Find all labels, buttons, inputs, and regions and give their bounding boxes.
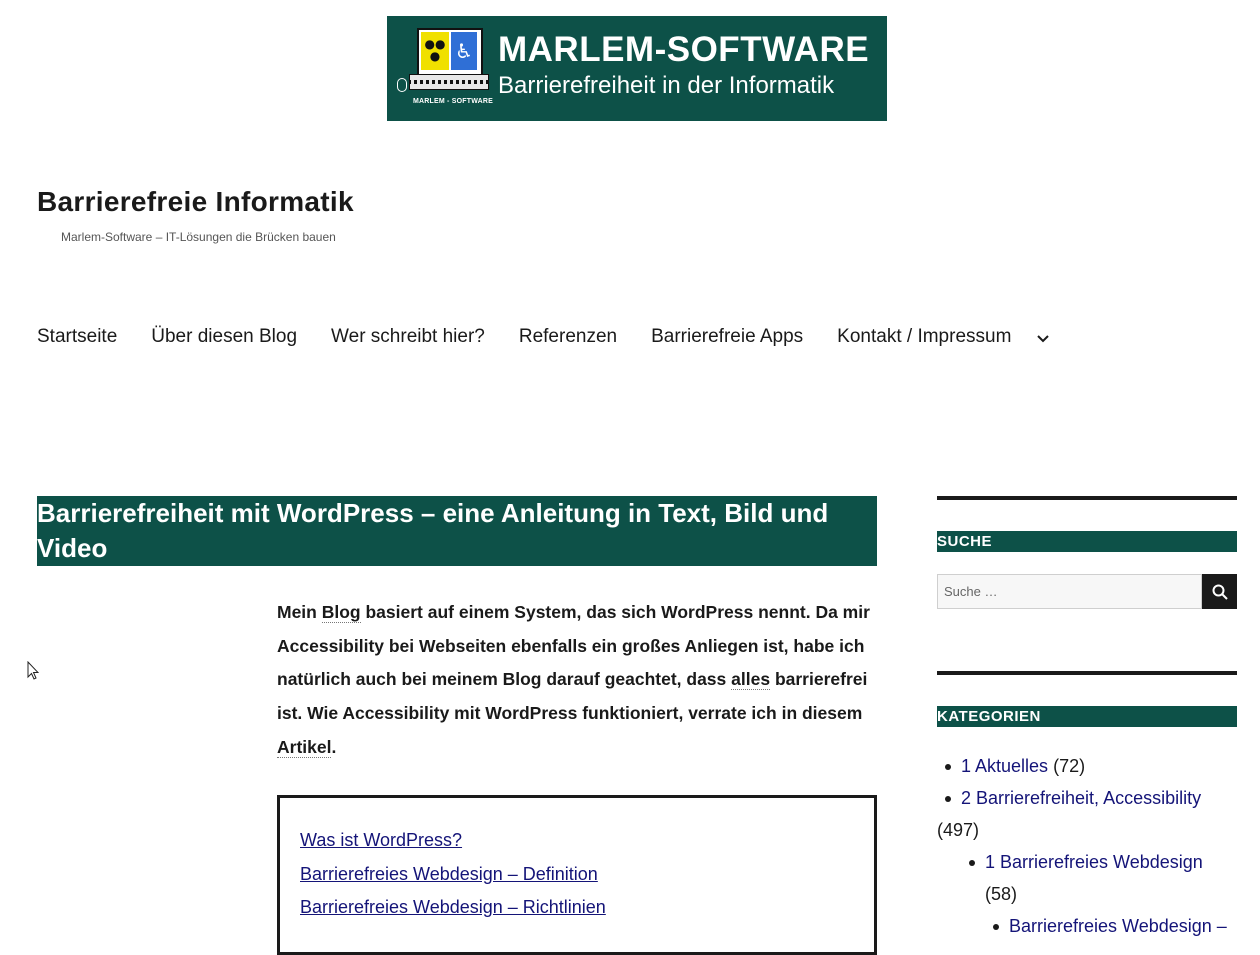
toc-link-was-ist-wordpress[interactable]: Was ist WordPress? — [300, 824, 874, 858]
toc-link-definition[interactable]: Barrierefreies Webdesign – Definition — [300, 858, 874, 892]
list-item: 1 Aktuelles (72) — [937, 750, 1237, 782]
header-banner-logo[interactable]: ●● ● ♿ MARLEM - SOFTWARE MARLEM-SOFTWARE … — [387, 16, 887, 121]
bullet — [969, 860, 975, 866]
bullet — [945, 796, 951, 802]
table-of-contents: Was ist WordPress? Barrierefreies Webdes… — [277, 795, 877, 955]
search-widget-heading: SUCHE — [937, 531, 1237, 552]
categories-list: 1 Aktuelles (72) 2 Barrierefreiheit, Acc… — [937, 750, 1237, 942]
site-title[interactable]: Barrierefreie Informatik — [37, 186, 354, 218]
mouse-icon — [397, 78, 407, 92]
toc-link-richtlinien[interactable]: Barrierefreies Webdesign – Richtlinien — [300, 891, 874, 925]
nav-item-wer-schreibt-hier[interactable]: Wer schreibt hier? — [331, 326, 485, 348]
nav-item-kontakt-impressum[interactable]: Kontakt / Impressum — [837, 326, 1011, 348]
main-navigation: Startseite Über diesen Blog Wer schreibt… — [37, 322, 1050, 352]
list-item: 2 Barrierefreiheit, Accessibility (497) — [937, 782, 1237, 846]
post-title[interactable]: Barrierefreiheit mit WordPress – eine An… — [37, 496, 877, 566]
intro-text: Mein — [277, 602, 322, 622]
keyboard-icon — [409, 74, 489, 90]
nav-item-startseite[interactable]: Startseite — [37, 326, 117, 348]
mouse-pointer-icon — [27, 661, 39, 680]
search-button[interactable] — [1202, 574, 1237, 609]
category-count: (497) — [937, 820, 980, 840]
accessibility-logo-icon: ●● ● ♿ — [417, 28, 483, 76]
widget-divider — [937, 671, 1237, 675]
widget-divider — [937, 496, 1237, 500]
chevron-down-icon[interactable] — [1037, 328, 1050, 347]
category-link[interactable]: Barrierefreies Webdesign – — [1009, 916, 1227, 936]
banner-brand: MARLEM-SOFTWARE — [498, 30, 870, 69]
site-tagline: Marlem-Software – IT-Lösungen die Brücke… — [61, 230, 336, 244]
bullet — [945, 764, 951, 770]
category-link[interactable]: 1 Aktuelles — [961, 756, 1048, 776]
nav-item-referenzen[interactable]: Referenzen — [519, 326, 617, 348]
nav-item-ueber-diesen-blog[interactable]: Über diesen Blog — [151, 326, 297, 348]
categories-widget-heading: KATEGORIEN — [937, 706, 1237, 727]
abbr-blog: Blog — [321, 602, 361, 623]
post-intro: Mein Blog basiert auf einem System, das … — [277, 596, 877, 765]
banner-slogan: Barrierefreiheit in der Informatik — [498, 72, 835, 99]
category-count: (72) — [1053, 756, 1086, 776]
list-item: Barrierefreies Webdesign – — [937, 910, 1237, 942]
category-link[interactable]: 2 Barrierefreiheit, Accessibility — [961, 788, 1201, 808]
search-input[interactable] — [937, 574, 1202, 609]
list-item: 1 Barrierefreies Webdesign (58) — [937, 846, 1237, 910]
category-count: (58) — [985, 884, 1018, 904]
search-icon — [1212, 584, 1228, 600]
banner-small-label: MARLEM - SOFTWARE — [413, 98, 494, 105]
category-link[interactable]: 1 Barrierefreies Webdesign — [985, 852, 1203, 872]
nav-item-barrierefreie-apps[interactable]: Barrierefreie Apps — [651, 326, 803, 348]
intro-text: . — [331, 736, 337, 757]
abbr-alles: alles — [731, 669, 771, 691]
abbr-artikel: Artikel — [277, 736, 332, 758]
